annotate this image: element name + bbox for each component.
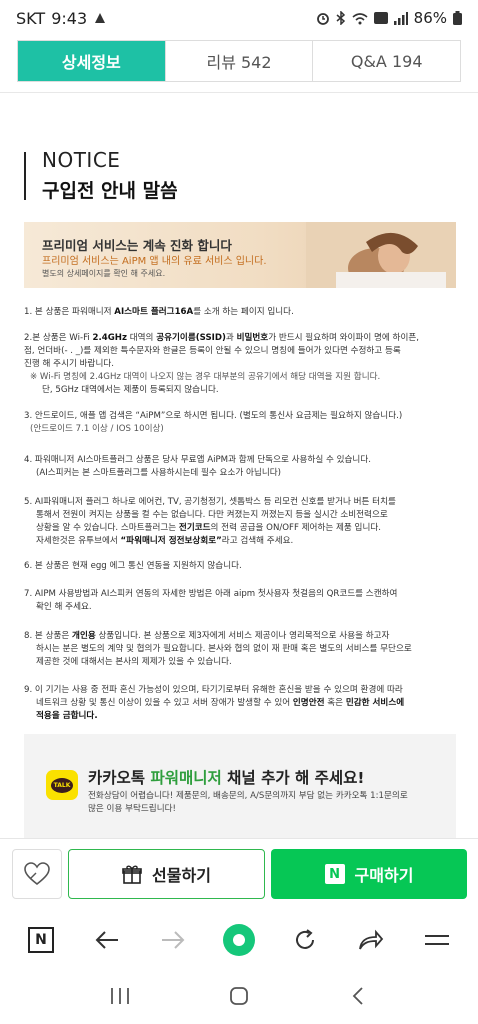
recent-apps-button[interactable]: [100, 976, 140, 1016]
wifi-icon: [352, 12, 368, 24]
arrow-left-icon: [95, 931, 118, 949]
naver-home-button[interactable]: N: [21, 920, 61, 960]
tab-reviews[interactable]: 리뷰 542: [165, 41, 314, 81]
refresh-button[interactable]: [285, 920, 325, 960]
system-back-button[interactable]: [338, 976, 378, 1016]
list-item: 6. 본 상품은 현재 egg 에그 통신 연동을 지원하지 않습니다.: [24, 561, 242, 571]
detail-tabs: 상세정보 리뷰 542 Q&A 194: [17, 40, 461, 82]
naver-n-icon: N: [28, 927, 54, 953]
hamburger-icon: [425, 935, 449, 945]
notification-icon: [95, 13, 106, 23]
banner-sub: 프리미엄 서비스는 AiPM 앱 내의 유료 서비스 입니다.: [42, 256, 267, 267]
arrow-right-icon: [162, 931, 185, 949]
notice-title: NOTICE: [42, 148, 121, 172]
divider: [0, 92, 478, 93]
bluetooth-icon: [336, 11, 345, 25]
chevron-left-icon: [353, 987, 363, 1005]
tab-detail-info[interactable]: 상세정보: [18, 41, 166, 81]
list-item: 8. 본 상품은 개인용 상품입니다. 본 상품으로 제3자에게 서비스 제공이…: [24, 631, 412, 667]
naver-pay-icon: N: [324, 864, 345, 884]
battery-percent: 86%: [413, 9, 447, 27]
kakao-title: 카카오톡 파워매니저 채널 추가 해 주세요!: [88, 769, 365, 787]
tab-qna[interactable]: Q&A 194: [313, 41, 461, 81]
banner-note: 별도의 상세페이지를 확인 해 주세요.: [42, 269, 166, 278]
home-icon: [230, 987, 248, 1005]
buy-button[interactable]: N 구매하기: [271, 849, 467, 899]
alarm-icon: [316, 13, 329, 25]
list-item: 1. 본 상품은 파워매니저 AI스마트 플러그16A를 소개 하는 페이지 입…: [24, 307, 294, 317]
recent-apps-icon: [110, 988, 129, 1004]
purchase-bar: 선물하기 N 구매하기: [0, 838, 478, 910]
kakao-talk-icon: TALK: [46, 770, 78, 800]
menu-button[interactable]: [417, 920, 457, 960]
heart-icon: [24, 862, 50, 886]
gift-button[interactable]: 선물하기: [68, 849, 265, 899]
hd-voice-icon: [373, 12, 388, 24]
list-item: 3. 안드로이드, 애플 앱 검색은 “AiPM”으로 하시면 됩니다. (별도…: [24, 411, 403, 434]
signal-icon: [393, 11, 408, 25]
home-button[interactable]: [219, 976, 259, 1016]
gift-icon: [122, 865, 142, 884]
clock: 9:43: [51, 8, 88, 28]
premium-banner[interactable]: 프리미엄 서비스는 계속 진화 합니다 프리미엄 서비스는 AiPM 앱 내의 …: [24, 222, 456, 288]
kakao-desc: 전화상담이 어렵습니다! 제품문의, 배송문의, A/S문의까지 부담 없는 카…: [88, 791, 408, 814]
list-item: 4. 파워매니저 AI스마트플러그 상품은 당사 무료앱 AiPM과 함께 단독…: [24, 455, 371, 478]
wishlist-button[interactable]: [12, 849, 62, 899]
battery-icon: [453, 11, 462, 25]
list-item: 2.본 상품은 Wi-Fi 2.4GHz 대역의 공유기이름(SSID)과 비밀…: [24, 333, 420, 395]
list-item: 9. 이 기기는 사용 중 전파 혼신 가능성이 있으며, 타기기로부터 유해한…: [24, 685, 405, 721]
system-nav-bar: [0, 968, 478, 1024]
forward-button[interactable]: [153, 920, 193, 960]
list-item: 7. AIPM 사용방법과 AI스피커 연동의 자세한 방법은 아래 aipm …: [24, 589, 398, 612]
green-dot-button[interactable]: [219, 920, 259, 960]
green-dot-icon: [223, 924, 255, 956]
kakao-channel-box[interactable]: TALK 카카오톡 파워매니저 채널 추가 해 주세요! 전화상담이 어렵습니다…: [24, 734, 456, 838]
back-button[interactable]: [87, 920, 127, 960]
share-button[interactable]: [351, 920, 391, 960]
notice-subtitle: 구입전 안내 말씀: [42, 180, 178, 202]
carrier: SKT: [16, 8, 46, 28]
share-icon: [359, 929, 384, 950]
status-bar: SKT 9:43 86%: [0, 0, 478, 36]
browser-toolbar: N: [0, 912, 478, 968]
list-item: 5. AI파워매니저 플러그 하나로 에어컨, TV, 공기청정기, 셋톱박스 …: [24, 497, 396, 546]
banner-photo: [306, 222, 456, 288]
refresh-icon: [296, 929, 314, 949]
notice-bar: [24, 152, 26, 200]
